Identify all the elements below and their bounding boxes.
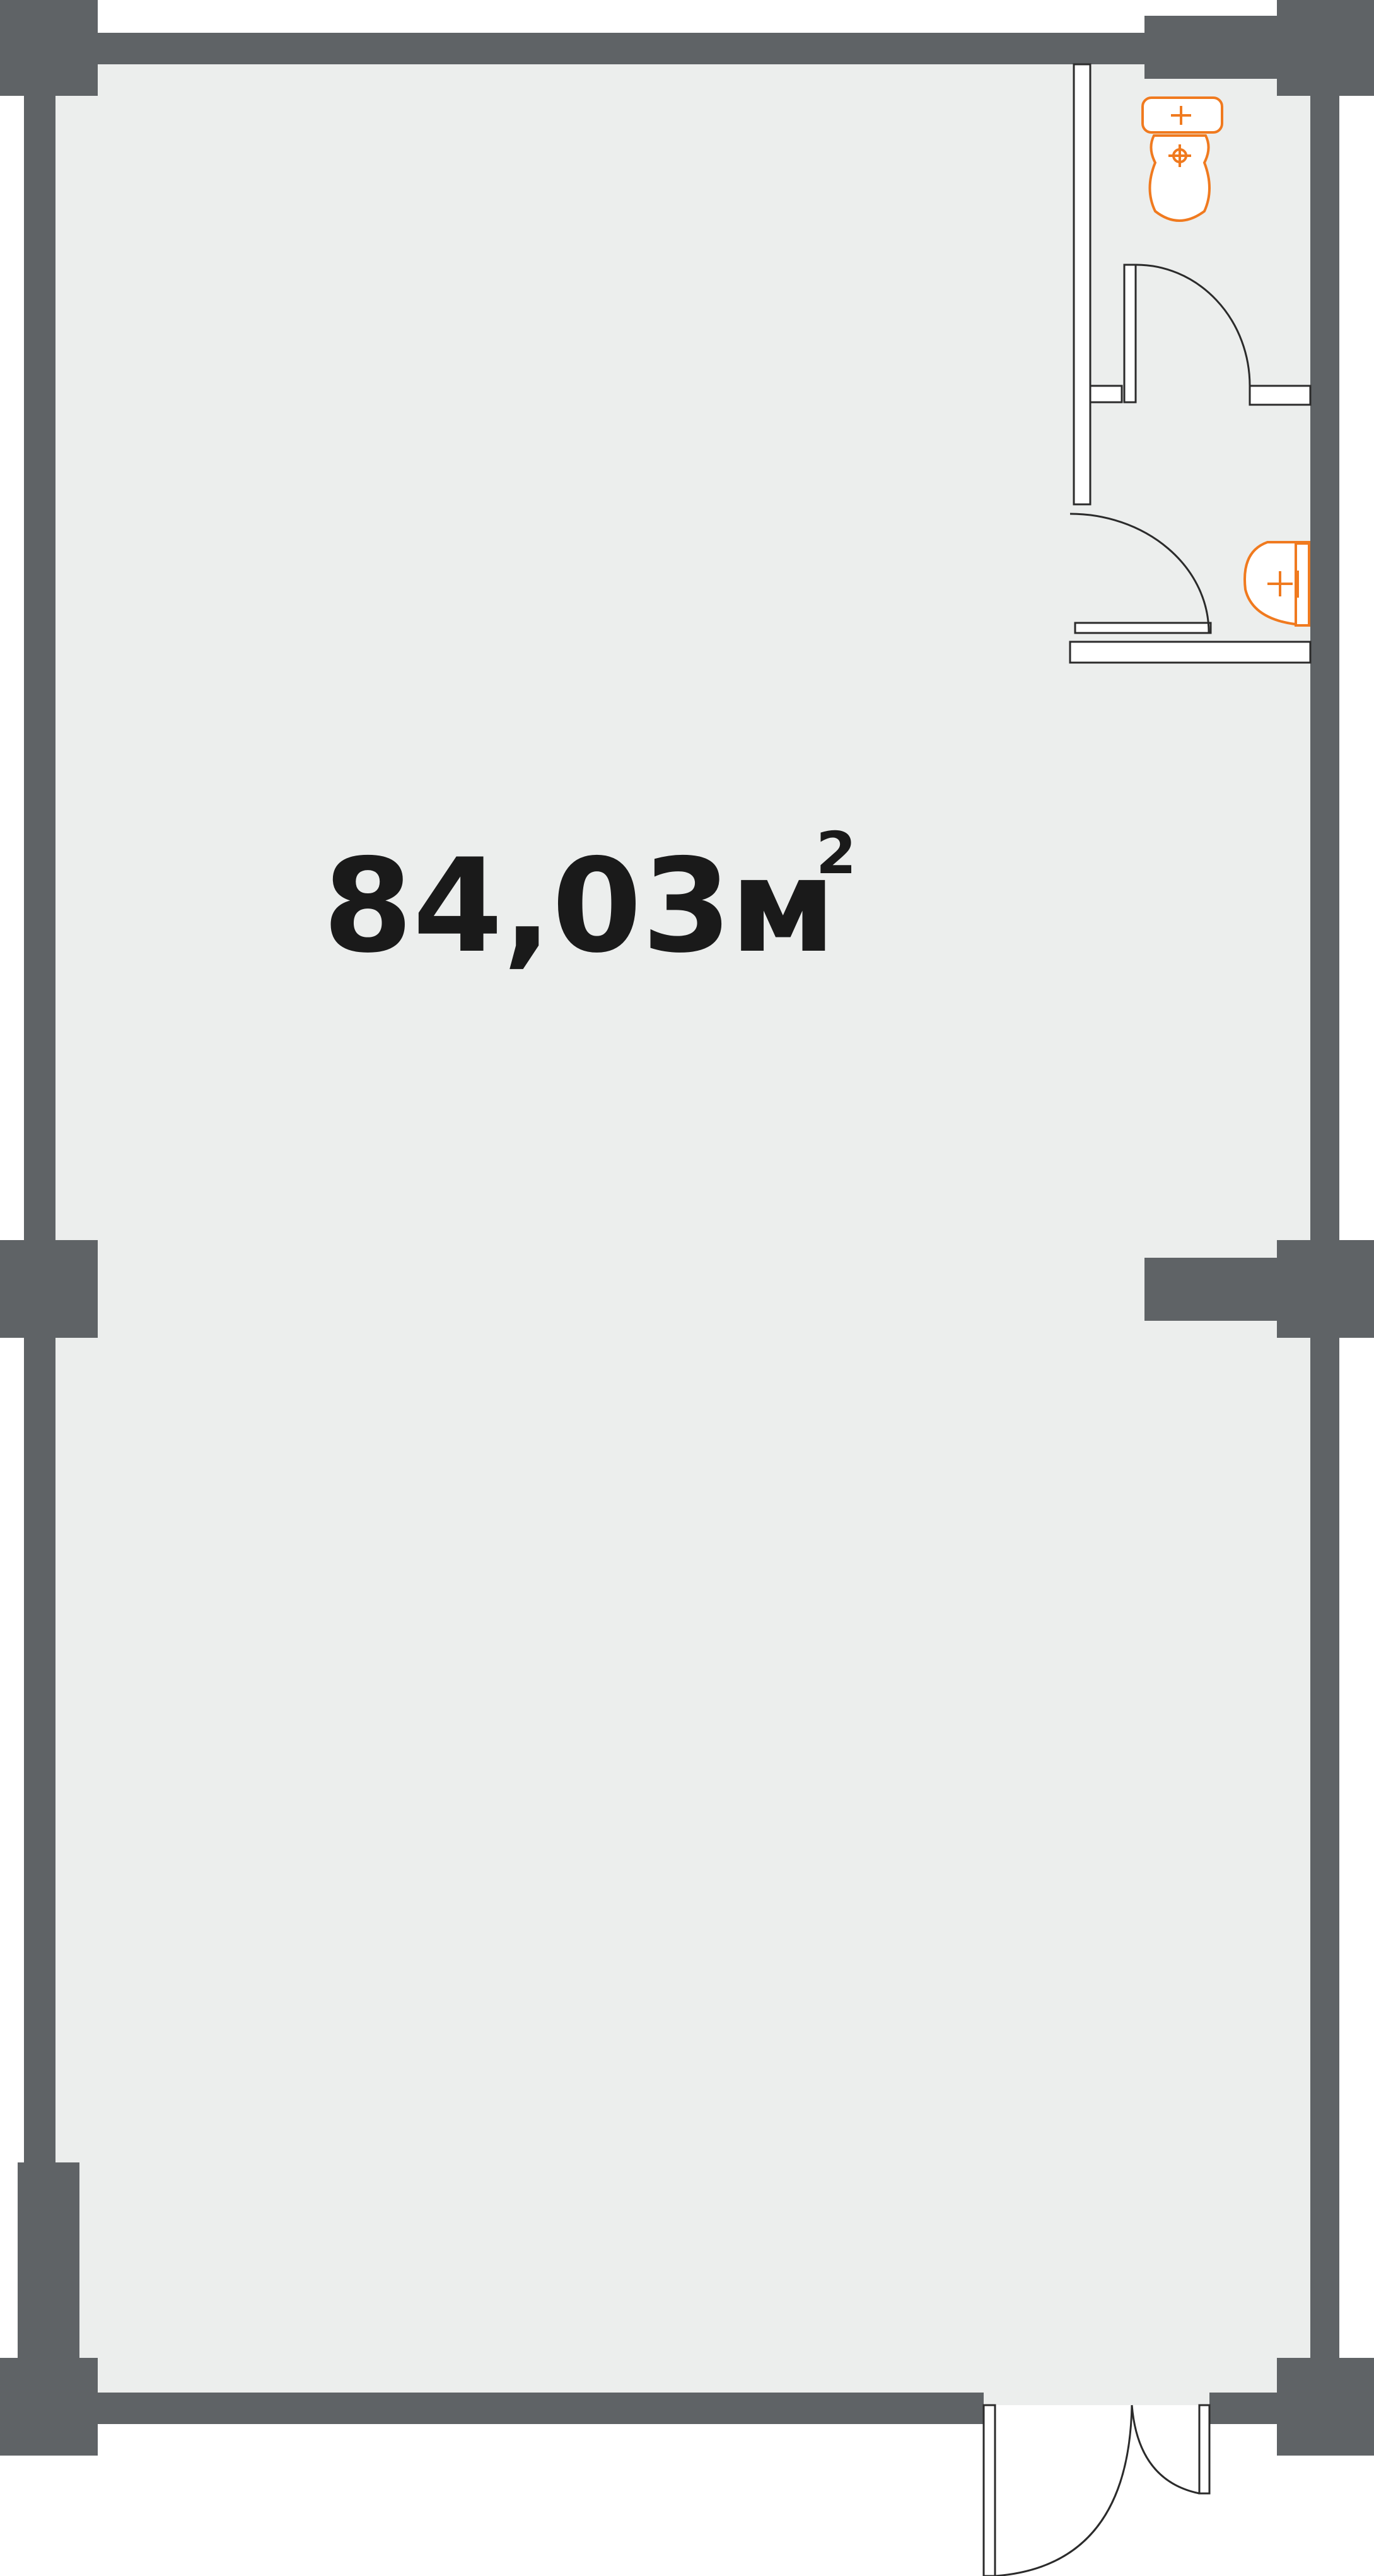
bathroom-partition-vertical: [1073, 63, 1092, 506]
column-top-left: [0, 0, 98, 96]
floor-area: [55, 63, 1310, 2405]
bathroom-door-leaf: [1074, 622, 1212, 634]
column-mid-right-inner: [1144, 1258, 1277, 1321]
entrance-door-icon: [982, 2404, 1211, 2576]
entrance-door-leaf-left: [982, 2404, 996, 2576]
bathroom-wall-bottom: [1069, 641, 1312, 664]
column-mid-right-outer: [1277, 1240, 1374, 1338]
column-mid-left: [0, 1240, 98, 1338]
area-value: 84,03: [323, 832, 731, 982]
floor-plan: 84,03 м 2: [0, 0, 1374, 2576]
column-bottom-left: [0, 2358, 98, 2456]
column-top-right-outer: [1277, 0, 1374, 96]
toilet-stall-jamb-left: [1089, 385, 1123, 403]
entrance-door-leaf-right: [1198, 2404, 1211, 2495]
column-bottom-right: [1277, 2358, 1374, 2456]
toilet-stall-jamb-right: [1249, 385, 1312, 406]
wall-bottom-left: [0, 2393, 984, 2424]
toilet-stall-post: [1123, 264, 1137, 403]
column-top-right-inner: [1144, 16, 1277, 79]
area-unit-power: 2: [816, 820, 856, 887]
